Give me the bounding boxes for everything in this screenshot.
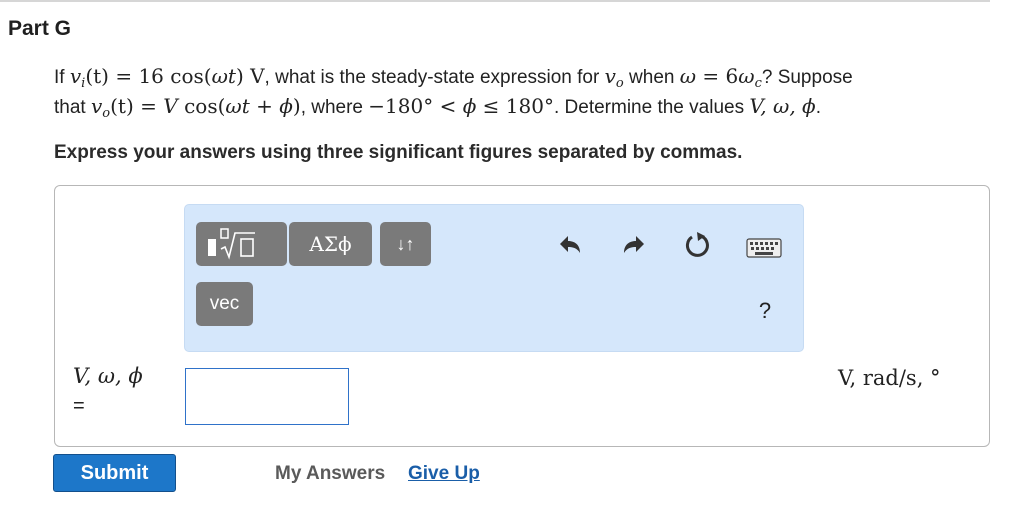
templates-button[interactable] [196,222,287,266]
question-line-2: that vo(t) = V cos(ωt + ϕ), where −180° … [54,94,821,121]
fraction-sqrt-template-icon [207,228,255,260]
vector-button[interactable]: vec [196,282,253,326]
reset-icon[interactable] [682,229,714,261]
answer-input[interactable] [185,368,349,425]
part-title: Part G [8,17,72,40]
keyboard-icon[interactable] [746,237,782,259]
arrows-button[interactable]: ↓↑ [380,222,431,266]
redo-icon[interactable] [619,231,647,259]
undo-icon[interactable] [557,231,585,259]
top-divider [0,0,990,2]
question-line-1: If vi(t) = 16 cos(ωt) V, what is the ste… [54,64,853,91]
help-button[interactable]: ? [753,297,777,325]
answer-units: V, rad/s, ° [838,366,941,390]
my-answers-label: My Answers [275,463,386,484]
answer-box: ΑΣϕ ↓↑ vec ? V, ω, ϕ = V, rad/s, ° [54,185,990,447]
equals-sign: = [73,395,85,417]
math-toolbar: ΑΣϕ ↓↑ vec ? [184,204,804,352]
give-up-link[interactable]: Give Up [408,463,480,485]
greek-symbols-button[interactable]: ΑΣϕ [289,222,372,266]
submit-button[interactable]: Submit [53,454,176,492]
answer-variables-label: V, ω, ϕ [73,364,143,388]
question-text: If vi(t) = 16 cos(ωt) V, what is the ste… [54,62,1004,122]
answer-instruction: Express your answers using three signifi… [54,142,743,163]
